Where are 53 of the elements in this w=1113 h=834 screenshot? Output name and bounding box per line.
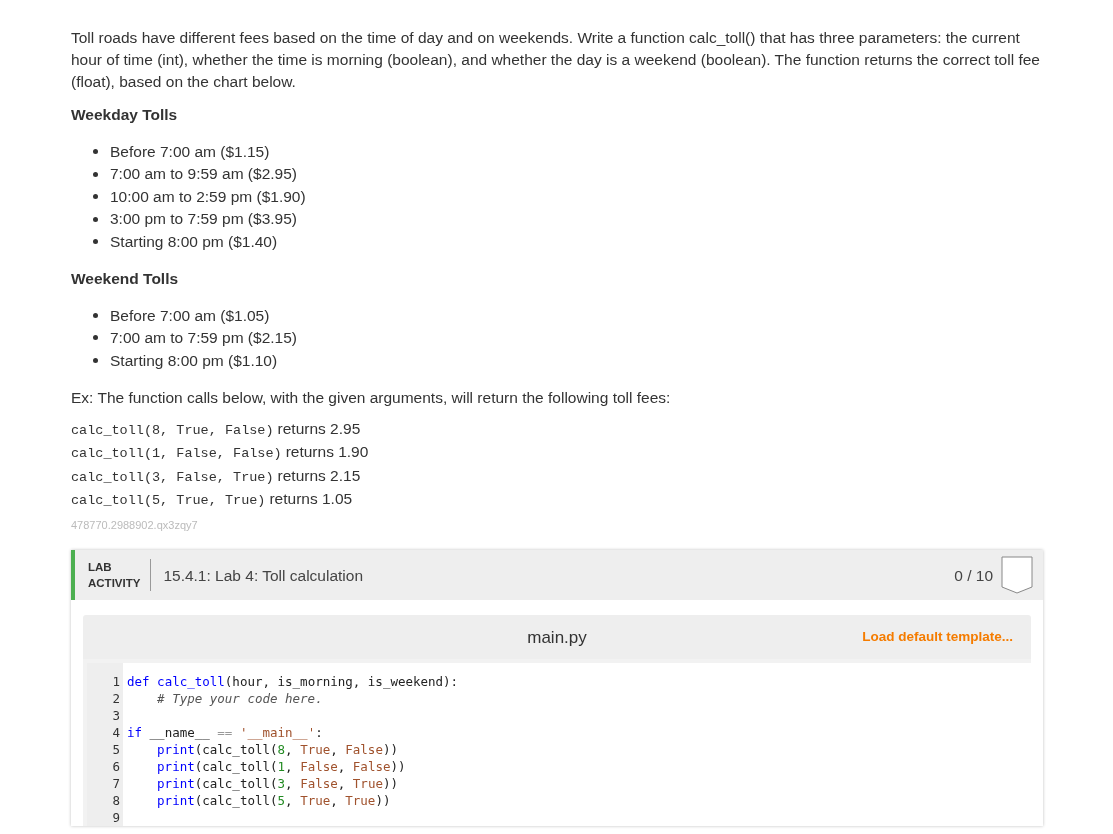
toll-item: 3:00 pm to 7:59 pm ($3.95) (110, 209, 297, 230)
return-value: returns 1.90 (285, 442, 369, 463)
example-intro: Ex: The function calls below, with the given arguments, will return the following toll fees: (71, 387, 672, 408)
bullet-icon (93, 171, 98, 177)
code-line: def calc_toll(hour, is_morning, is_weekend): (127, 673, 459, 691)
filename: main.py (527, 626, 587, 649)
code-editor[interactable] (83, 659, 1031, 827)
toll-item: 7:00 am to 7:59 pm ($2.15) (110, 328, 297, 349)
section-heading: Weekend Tolls (71, 268, 180, 289)
function-call: calc_toll(3, False, True) (71, 468, 274, 487)
bullet-icon (93, 149, 98, 154)
lab-label: ACTIVITY (88, 576, 141, 592)
bullet-icon (93, 239, 98, 244)
bullet-icon (93, 312, 98, 318)
toll-item: 7:00 am to 9:59 am ($2.95) (110, 164, 297, 185)
bullet-icon (93, 194, 98, 199)
score-text: 0 / 10 (954, 565, 993, 586)
code-line: print(calc_toll(8, True, False)) (157, 741, 399, 759)
bullet-icon (93, 335, 98, 341)
line-number: 9 (112, 809, 120, 827)
return-value: returns 2.95 (277, 418, 361, 439)
function-call: calc_toll(8, True, False) (71, 421, 274, 440)
code-line: print(calc_toll(1, False, False)) (157, 758, 407, 776)
return-value: returns 1.05 (269, 489, 353, 510)
line-number: 8 (112, 792, 120, 810)
code-line: if __name__ == '__main__': (127, 724, 324, 742)
toll-item: Before 7:00 am ($1.05) (110, 305, 270, 326)
line-number: 3 (112, 707, 120, 725)
code-line: print(calc_toll(3, False, True)) (157, 775, 399, 793)
badge-icon (1001, 556, 1033, 595)
load-template-link[interactable]: Load default template... (862, 627, 1013, 648)
id-text: 478770.2988902.qx3zqy7 (71, 517, 199, 533)
bullet-icon (93, 357, 98, 363)
lab-title: 15.4.1: Lab 4: Toll calculation (163, 565, 364, 586)
toll-item: Starting 8:00 pm ($1.40) (110, 231, 278, 252)
line-number: 7 (112, 775, 120, 793)
instructions-paragraph: Toll roads have different fees based on the time of day and on weekends. Write a function calc_toll() that has three parameters: the current hour of time (int), whether the time is morning (boolean), and whether the day is a weekend (boolean). The function returns the correct toll fee (float), based on the chart below. (71, 28, 1041, 92)
toll-item: Before 7:00 am ($1.15) (110, 141, 270, 162)
return-value: returns 2.15 (277, 465, 361, 486)
code-line: print(calc_toll(5, True, True)) (157, 792, 392, 810)
line-number: 1 (112, 673, 120, 691)
line-number: 2 (112, 690, 120, 708)
line-number: 6 (112, 758, 120, 776)
function-call: calc_toll(1, False, False) (71, 445, 282, 464)
bullet-icon (93, 216, 98, 222)
toll-item: 10:00 am to 2:59 pm ($1.90) (110, 186, 306, 207)
line-number: 5 (112, 741, 120, 759)
lab-label: LAB (88, 560, 113, 576)
function-call: calc_toll(5, True, True) (71, 492, 266, 511)
code-line: # Type your code here. (157, 690, 324, 708)
toll-item: Starting 8:00 pm ($1.10) (110, 350, 278, 371)
line-number: 4 (112, 724, 120, 742)
section-heading: Weekday Tolls (71, 105, 179, 125)
